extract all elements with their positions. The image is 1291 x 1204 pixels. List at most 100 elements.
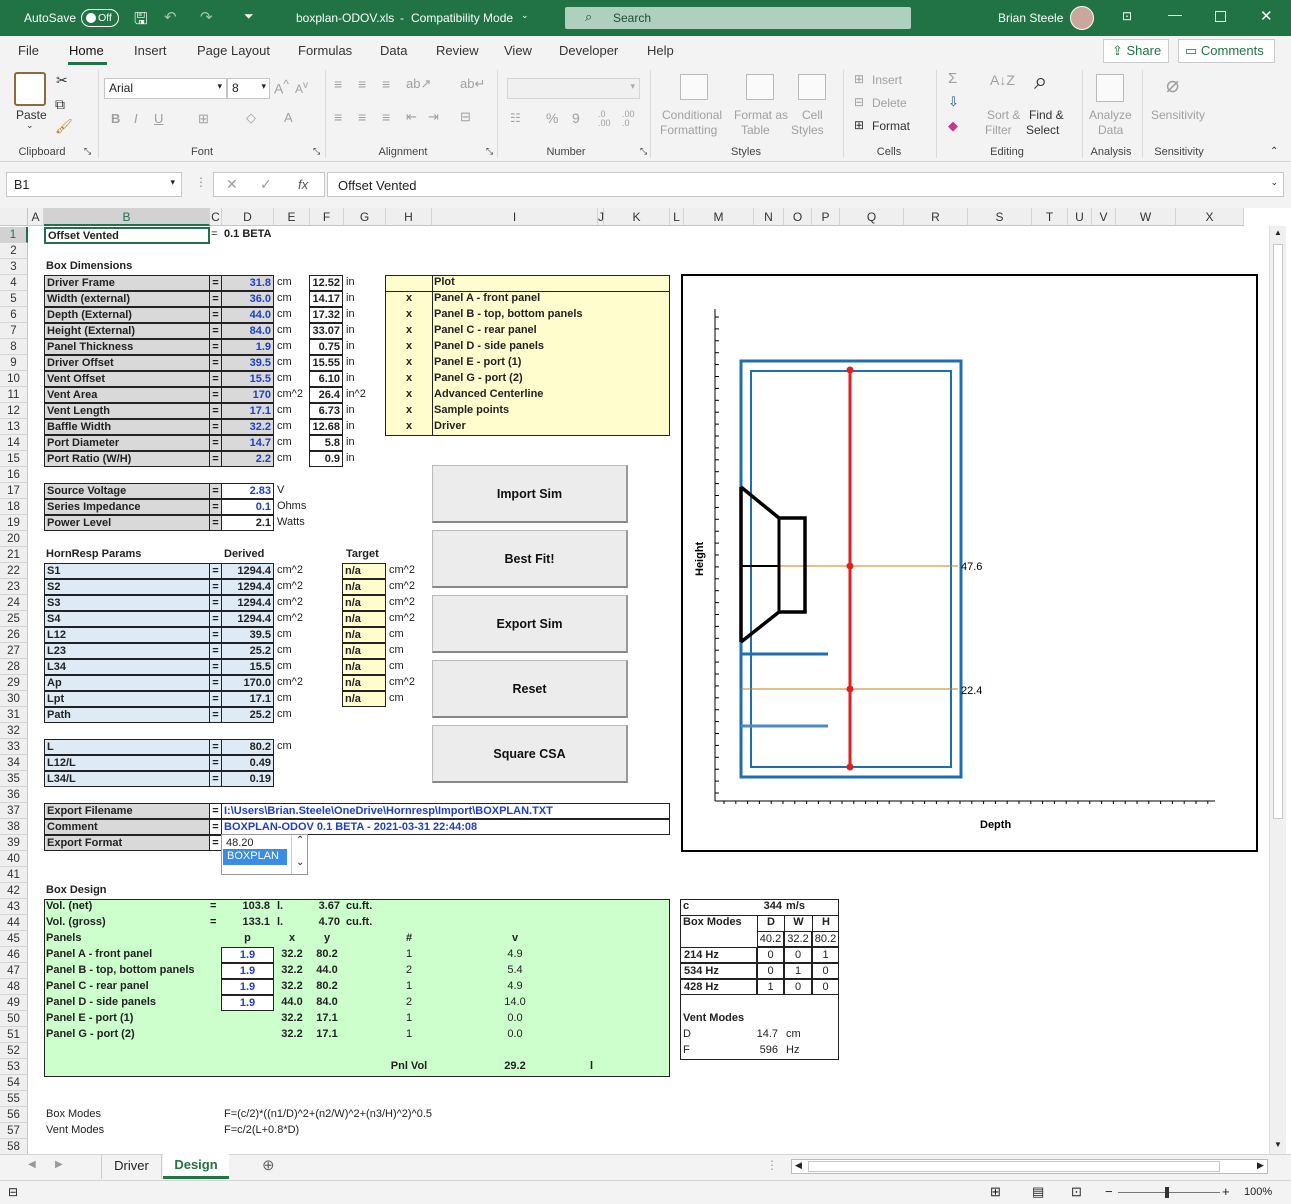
row-header[interactable]: 44 [0, 915, 28, 931]
hornresp-value[interactable]: 17.1 [221, 691, 274, 707]
pnl-vol-label[interactable]: Pnl Vol [386, 1059, 432, 1075]
row-header[interactable]: 30 [0, 691, 28, 707]
panel-cell-2[interactable]: 32.2 [274, 947, 310, 963]
row-header[interactable]: 55 [0, 1091, 28, 1107]
font-size-box[interactable]: 8 ▾ [227, 78, 270, 99]
enter-icon[interactable]: ✓ [260, 176, 272, 193]
param-unit[interactable]: cm [277, 291, 310, 307]
source-unit[interactable]: V [277, 483, 317, 499]
column-header-F[interactable]: F [310, 208, 344, 226]
zoom-out-icon[interactable]: − [1105, 1184, 1113, 1199]
target-value[interactable]: n/a [342, 659, 386, 675]
param-value[interactable]: 1.9 [221, 339, 274, 355]
cell-styles-label[interactable]: Cell [802, 108, 823, 122]
select-all-corner[interactable] [0, 208, 28, 226]
hornresp-value[interactable]: 1294.4 [221, 611, 274, 627]
normal-view-icon[interactable]: ⊞ [990, 1184, 1001, 1200]
sensitivity-icon[interactable]: ⌀ [1166, 72, 1179, 98]
row-header[interactable]: 10 [0, 371, 28, 387]
hornresp-value[interactable]: 1294.4 [221, 563, 274, 579]
plot-option-label[interactable]: Panel C - rear panel [434, 323, 668, 339]
panel-cell-3[interactable]: 17.1 [310, 1027, 344, 1043]
conditional-formatting-label[interactable]: Conditional [662, 108, 722, 122]
row-header[interactable]: 19 [0, 515, 28, 531]
box-plan-chart[interactable]: 47.6 22.4 Height Depth [681, 274, 1258, 852]
row-header[interactable]: 40 [0, 851, 28, 867]
column-header-L[interactable]: L [670, 208, 684, 226]
param-value[interactable]: 17.1 [221, 403, 274, 419]
dialog-launcher-icon[interactable]: ⤡ [640, 146, 647, 157]
param-value-in[interactable]: 14.17 [309, 291, 343, 307]
hornresp-unit[interactable]: cm^2 [277, 675, 310, 691]
decrease-font-icon[interactable]: Av [295, 80, 308, 96]
hornresp-unit[interactable]: cm [277, 659, 310, 675]
chevron-up-icon[interactable]: ⌃ [296, 835, 304, 846]
row-header[interactable]: 32 [0, 723, 28, 739]
param-unit[interactable]: cm [277, 371, 310, 387]
row-header[interactable]: 31 [0, 707, 28, 723]
sheet-tab-driver[interactable]: Driver [101, 1155, 162, 1179]
param-label[interactable]: Panel Thickness [44, 339, 210, 355]
ratio-value[interactable]: 0.49 [221, 755, 274, 771]
column-header-M[interactable]: M [684, 208, 754, 226]
scroll-left-icon[interactable]: ◀ [795, 1160, 802, 1171]
hornresp-value[interactable]: 170.0 [221, 675, 274, 691]
panel-cell-4[interactable]: 1 [386, 1027, 432, 1043]
analyze-data-label[interactable]: Analyze [1089, 108, 1132, 122]
param-value-in[interactable]: 12.68 [309, 419, 343, 435]
row-header[interactable]: 37 [0, 803, 28, 819]
sort-filter-icon[interactable]: A↓Z [990, 72, 1015, 88]
plot-option-label[interactable]: Panel D - side panels [434, 339, 668, 355]
chevron-down-icon[interactable]: ⌄ [296, 857, 304, 868]
plot-option-label[interactable]: Sample points [434, 403, 668, 419]
param-label[interactable]: Vent Offset [44, 371, 210, 387]
column-header-H[interactable]: H [386, 208, 432, 226]
panel-cell-3[interactable]: 80.2 [310, 979, 344, 995]
param-value-in[interactable]: 0.75 [309, 339, 343, 355]
cell-styles-label2[interactable]: Styles [791, 123, 824, 137]
export-label[interactable]: Export Format [44, 835, 210, 851]
source-label[interactable]: Series Impedance [44, 499, 210, 515]
plot-toggle[interactable]: x [386, 403, 432, 419]
hornresp-label[interactable]: S3 [44, 595, 210, 611]
analyze-data-label2[interactable]: Data [1098, 123, 1123, 137]
mode-frequency[interactable]: 214 Hz [680, 947, 757, 963]
row-header[interactable]: 29 [0, 675, 28, 691]
tab-developer[interactable]: Developer [559, 43, 618, 58]
param-label[interactable]: Depth (External) [44, 307, 210, 323]
hornresp-unit[interactable]: cm [277, 643, 310, 659]
insert-cells-button[interactable]: Insert [872, 73, 902, 87]
column-header-U[interactable]: U [1068, 208, 1092, 226]
column-header-O[interactable]: O [784, 208, 812, 226]
row-header[interactable]: 46 [0, 947, 28, 963]
target-unit[interactable]: cm^2 [389, 563, 419, 579]
plot-header[interactable]: Plot [432, 275, 532, 291]
param-value-in[interactable]: 17.32 [309, 307, 343, 323]
param-unit[interactable]: cm [277, 451, 310, 467]
plot-toggle[interactable]: x [386, 387, 432, 403]
param-label[interactable]: Height (External) [44, 323, 210, 339]
param-unit[interactable]: cm [277, 419, 310, 435]
volume-unit-ft[interactable]: cu.ft. [346, 915, 382, 931]
new-sheet-icon[interactable]: ⊕ [262, 1156, 275, 1174]
c-unit[interactable]: m/s [786, 899, 816, 915]
column-header-I[interactable]: I [432, 208, 598, 226]
hornresp-unit[interactable]: cm^2 [277, 563, 310, 579]
borders-icon[interactable]: ⊞ [198, 111, 209, 127]
ribbon-display-icon[interactable]: ⊡ [1122, 9, 1132, 23]
row-header[interactable]: 56 [0, 1107, 28, 1123]
fill-icon[interactable]: ⇩ [948, 94, 959, 110]
mode-n3[interactable]: 1 [812, 947, 839, 963]
param-label[interactable]: Port Ratio (W/H) [44, 451, 210, 467]
mode-h-header[interactable]: H [812, 915, 839, 931]
plot-toggle[interactable]: x [386, 355, 432, 371]
hornresp-value[interactable]: 39.5 [221, 627, 274, 643]
panel-cell-0[interactable]: Panel G - port (2) [46, 1027, 206, 1043]
sort-filter-label2[interactable]: Filter [985, 123, 1012, 137]
param-value-in[interactable]: 0.9 [309, 451, 343, 467]
volume-unit[interactable]: l. [277, 915, 297, 931]
panel-cell-2[interactable]: 44.0 [274, 995, 310, 1011]
target-unit[interactable]: cm^2 [389, 675, 419, 691]
panel-cell-4[interactable]: 1 [386, 1011, 432, 1027]
row-header[interactable]: 26 [0, 627, 28, 643]
